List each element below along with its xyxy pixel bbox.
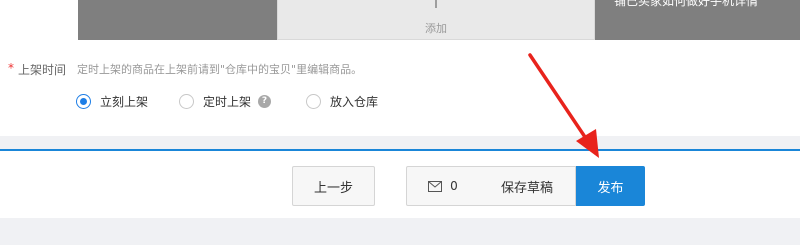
radio-label-warehouse: 放入仓库: [330, 94, 379, 109]
message-count: 0: [450, 179, 458, 193]
mail-icon: [428, 180, 443, 192]
previous-step-button[interactable]: 上一步: [292, 166, 375, 206]
radio-button-checked[interactable]: [76, 93, 91, 109]
message-button[interactable]: 0: [406, 166, 480, 206]
add-image-label: 添加: [425, 22, 447, 35]
listing-time-hint: 定时上架的商品在上架前请到"仓库中的宝贝"里编辑商品。: [77, 63, 363, 76]
listing-time-field: * 上架时间 定时上架的商品在上架前请到"仓库中的宝贝"里编辑商品。: [0, 58, 800, 78]
radio-label-scheduled: 定时上架: [203, 94, 252, 109]
radio-scheduled[interactable]: 定时上架 ?: [179, 90, 272, 112]
publish-button[interactable]: 发布: [576, 166, 645, 206]
radio-button[interactable]: [179, 93, 194, 109]
footer-band: [0, 218, 800, 245]
action-bar-top-border: [0, 149, 800, 151]
section-divider: [0, 136, 800, 150]
radio-label-list-now: 立刻上架: [100, 94, 149, 109]
listing-time-label: 上架时间: [18, 63, 67, 77]
plus-icon: [435, 0, 437, 8]
listing-time-options: 立刻上架 定时上架 ? 放入仓库: [0, 90, 800, 112]
radio-list-now[interactable]: 立刻上架: [76, 90, 148, 112]
radio-button[interactable]: [306, 93, 321, 109]
radio-warehouse[interactable]: 放入仓库: [306, 90, 378, 112]
question-icon[interactable]: ?: [258, 94, 272, 108]
banner-caption: 铺已买家如何做好手机详情: [614, 0, 759, 8]
required-mark: *: [8, 61, 14, 75]
save-draft-button[interactable]: 保存草稿: [479, 166, 576, 206]
add-image-slot[interactable]: 添加: [277, 0, 595, 40]
